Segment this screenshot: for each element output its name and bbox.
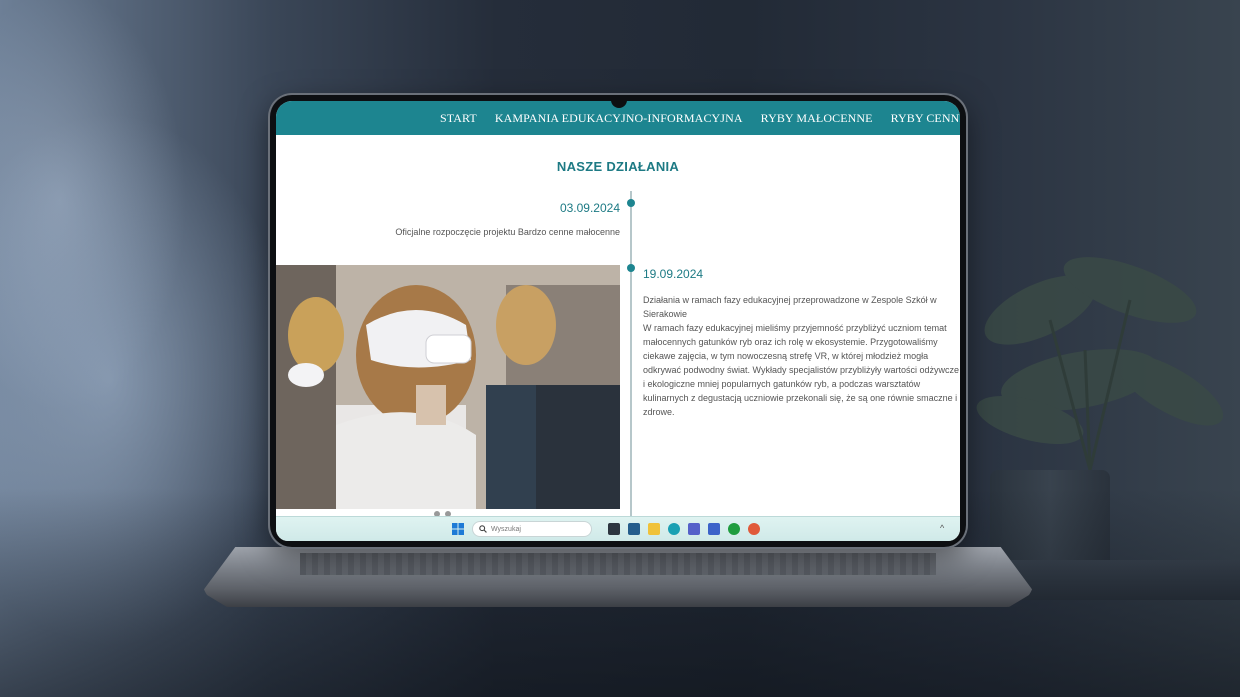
file-explorer-icon[interactable] <box>648 523 660 535</box>
timeline-dot-1 <box>627 199 635 207</box>
event-photo <box>276 265 620 509</box>
laptop-screen: START KAMPANIA EDUKACYJNO-INFORMACYJNA R… <box>276 101 960 541</box>
event-text-1: Oficjalne rozpoczęcie projektu Bardzo ce… <box>395 227 620 237</box>
nav-ryby-malocenne[interactable]: RYBY MAŁOCENNE <box>761 111 873 126</box>
tray-chevron-up-icon[interactable]: ^ <box>940 523 944 533</box>
timeline-dot-2 <box>627 264 635 272</box>
taskbar-search[interactable]: Wyszukaj <box>472 521 592 537</box>
widgets-icon[interactable] <box>628 523 640 535</box>
search-placeholder: Wyszukaj <box>491 525 521 533</box>
teams-icon[interactable] <box>688 523 700 535</box>
nav-ryby-cenne[interactable]: RYBY CENNE <box>891 111 960 126</box>
store-icon[interactable] <box>708 523 720 535</box>
event-text-2: Działania w ramach fazy edukacyjnej prze… <box>643 293 960 419</box>
nav-kampania[interactable]: KAMPANIA EDUKACYJNO-INFORMACYJNA <box>495 111 743 126</box>
spotify-icon[interactable] <box>728 523 740 535</box>
event-date-1: 03.09.2024 <box>559 201 620 215</box>
chrome-icon[interactable] <box>748 523 760 535</box>
windows-taskbar: Wyszukaj ^ <box>276 516 960 541</box>
timeline-line <box>630 191 632 531</box>
vr-students-photo <box>276 265 620 509</box>
nav-start[interactable]: START <box>440 111 477 126</box>
laptop-keyboard <box>300 553 936 575</box>
task-view-icon[interactable] <box>608 523 620 535</box>
search-icon <box>479 525 487 533</box>
event-date-2: 19.09.2024 <box>643 267 704 281</box>
windows-start-icon[interactable] <box>452 523 464 535</box>
event-body-2: W ramach fazy edukacyjnej mieliśmy przyj… <box>643 323 960 417</box>
event-lead-2: Działania w ramach fazy edukacyjnej prze… <box>643 295 937 319</box>
edge-icon[interactable] <box>668 523 680 535</box>
section-title: NASZE DZIAŁANIA <box>556 159 680 174</box>
